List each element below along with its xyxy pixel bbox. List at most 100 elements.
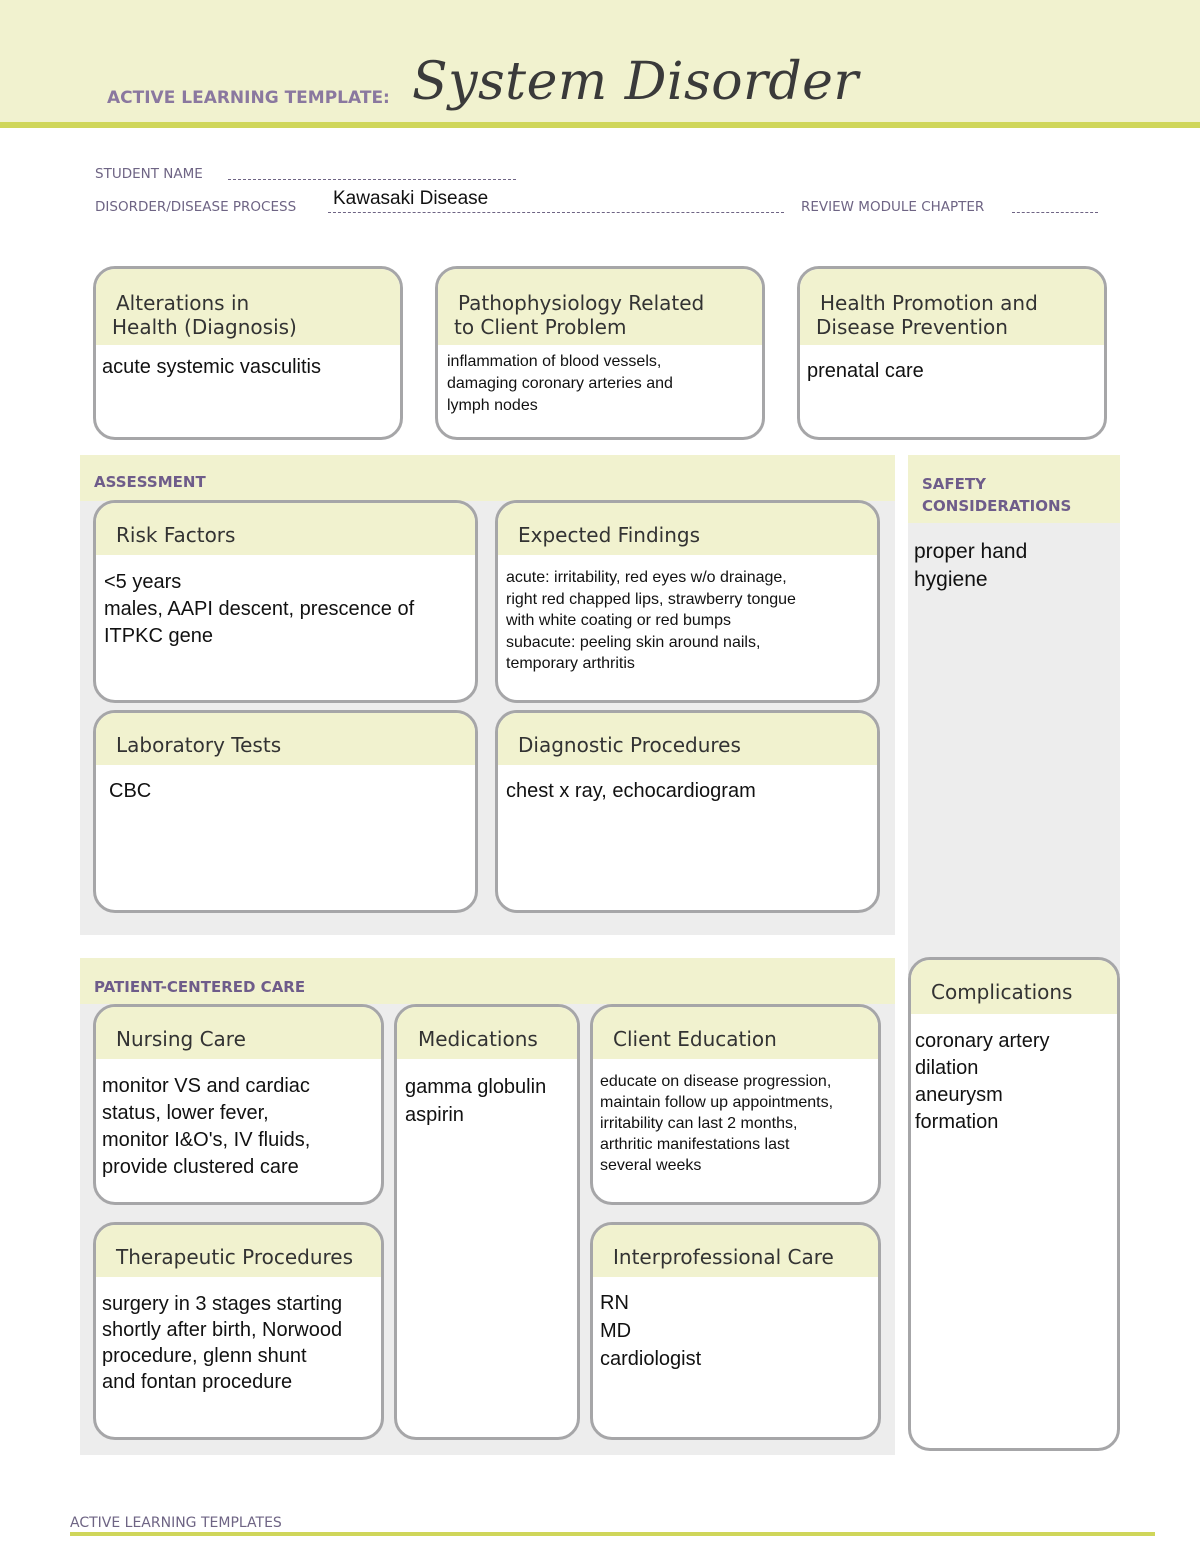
complications-card: Complications coronary artery dilation a… xyxy=(908,957,1120,1451)
student-name-field[interactable] xyxy=(228,178,516,180)
safety-text-line: hygiene xyxy=(914,568,988,591)
card-text-line: right red chapped lips, strawberry tongu… xyxy=(506,590,796,608)
card-title-line2: Health (Diagnosis) xyxy=(112,315,297,339)
card-body[interactable]: prenatal care xyxy=(800,345,1104,383)
pathophysiology-card: Pathophysiology Related to Client Proble… xyxy=(435,266,765,440)
card-text-line: cardiologist xyxy=(600,1348,702,1370)
risk-factors-card: Risk Factors <5 years males, AAPI descen… xyxy=(93,500,478,703)
card-text-line: aspirin xyxy=(405,1104,464,1126)
page-title: System Disorder xyxy=(412,52,859,112)
card-text-line: chest x ray, echocardiogram xyxy=(506,780,756,802)
card-text-line: irritability can last 2 months, xyxy=(600,1115,798,1132)
safety-label-line2: CONSIDERATIONS xyxy=(922,497,1072,515)
medications-card: Medications gamma globulin aspirin xyxy=(394,1004,580,1440)
card-header: Alterations in Health (Diagnosis) xyxy=(96,269,400,345)
diagnostic-procedures-card: Diagnostic Procedures chest x ray, echoc… xyxy=(495,710,880,913)
laboratory-tests-card: Laboratory Tests CBC xyxy=(93,710,478,913)
card-text-line: formation xyxy=(915,1111,999,1133)
card-header: Complications xyxy=(911,960,1117,1014)
card-body[interactable]: educate on disease progression, maintain… xyxy=(593,1059,878,1176)
card-header: Pathophysiology Related to Client Proble… xyxy=(438,269,762,345)
card-text-line: ITPKC gene xyxy=(104,625,213,647)
card-header: Medications xyxy=(397,1007,577,1059)
card-text-line: coronary artery xyxy=(915,1030,1050,1052)
card-title-line1: Pathophysiology Related xyxy=(458,291,705,315)
card-text-line: shortly after birth, Norwood xyxy=(102,1319,343,1341)
card-body[interactable]: acute: irritability, red eyes w/o draina… xyxy=(498,555,877,675)
card-header: Client Education xyxy=(593,1007,878,1059)
card-text-line: and fontan procedure xyxy=(102,1371,293,1393)
health-promotion-card: Health Promotion and Disease Prevention … xyxy=(797,266,1107,440)
card-text-line: CBC xyxy=(109,780,152,802)
review-module-label: REVIEW MODULE CHAPTER xyxy=(801,199,985,215)
safety-text: proper hand hygiene xyxy=(914,538,1027,594)
card-text-line: MD xyxy=(600,1320,632,1342)
disorder-label: DISORDER/DISEASE PROCESS xyxy=(95,199,297,215)
card-body[interactable]: gamma globulin aspirin xyxy=(397,1059,577,1129)
card-body[interactable]: acute systemic vasculitis xyxy=(96,345,400,379)
card-body[interactable]: inflammation of blood vessels, damaging … xyxy=(438,345,762,417)
therapeutic-procedures-card: Therapeutic Procedures surgery in 3 stag… xyxy=(93,1222,384,1440)
card-header: Therapeutic Procedures xyxy=(96,1225,381,1277)
card-header: Risk Factors xyxy=(96,503,475,555)
card-text-line: procedure, glenn shunt xyxy=(102,1345,307,1367)
expected-findings-card: Expected Findings acute: irritability, r… xyxy=(495,500,880,703)
card-body[interactable]: chest x ray, echocardiogram xyxy=(498,765,877,803)
card-text-line: status, lower fever, xyxy=(102,1102,269,1124)
card-text-line: temporary arthritis xyxy=(506,655,635,672)
card-text-line: damaging coronary arteries and xyxy=(447,375,673,392)
card-text-line: provide clustered care xyxy=(102,1156,299,1178)
card-text-line: monitor VS and cardiac xyxy=(102,1075,310,1097)
card-text-line: inflammation of blood vessels, xyxy=(447,353,662,370)
card-text-line: <5 years xyxy=(104,571,182,593)
safety-section-label: SAFETY CONSIDERATIONS xyxy=(908,455,1120,523)
card-header: Expected Findings xyxy=(498,503,877,555)
card-body[interactable]: RN MD cardiologist xyxy=(593,1277,878,1373)
card-text-line: males, AAPI descent, prescence of xyxy=(104,598,415,620)
patient-centered-care-label: PATIENT-CENTERED CARE xyxy=(80,958,895,1004)
card-text-line: prenatal care xyxy=(807,360,924,382)
card-text-line: acute: irritability, red eyes w/o draina… xyxy=(506,569,787,586)
review-module-field[interactable] xyxy=(1012,211,1098,213)
card-body[interactable]: monitor VS and cardiac status, lower fev… xyxy=(96,1059,381,1181)
card-text-line: subacute: peeling skin around nails, xyxy=(506,633,761,651)
nursing-care-card: Nursing Care monitor VS and cardiac stat… xyxy=(93,1004,384,1205)
safety-text-line: proper hand xyxy=(914,540,1028,563)
card-body[interactable]: surgery in 3 stages starting shortly aft… xyxy=(96,1277,381,1395)
card-body[interactable]: CBC xyxy=(96,765,475,803)
card-text-line: dilation xyxy=(915,1057,979,1079)
card-body[interactable]: coronary artery dilation aneurysm format… xyxy=(911,1014,1117,1136)
card-title-line1: Health Promotion and xyxy=(820,291,1038,315)
disorder-field[interactable] xyxy=(328,211,784,213)
card-text-line: surgery in 3 stages starting xyxy=(102,1293,343,1315)
card-text-line: several weeks xyxy=(600,1157,702,1174)
student-name-label: STUDENT NAME xyxy=(95,166,203,182)
card-text-line: aneurysm xyxy=(915,1084,1003,1106)
card-title-line1: Alterations in xyxy=(116,291,250,315)
card-text-line: acute systemic vasculitis xyxy=(102,356,321,378)
header-accent-rule xyxy=(0,122,1200,128)
interprofessional-care-card: Interprofessional Care RN MD cardiologis… xyxy=(590,1222,881,1440)
card-text-line: monitor I&O's, IV fluids, xyxy=(102,1129,311,1151)
card-header: Laboratory Tests xyxy=(96,713,475,765)
card-text-line: gamma globulin xyxy=(405,1076,547,1098)
card-text-line: maintain follow up appointments, xyxy=(600,1094,834,1111)
card-text-line: RN xyxy=(600,1292,629,1314)
disorder-value: Kawasaki Disease xyxy=(333,188,489,209)
safety-label-line1: SAFETY xyxy=(922,475,986,493)
card-header: Nursing Care xyxy=(96,1007,381,1059)
card-header: Health Promotion and Disease Prevention xyxy=(800,269,1104,345)
card-title-line2: Disease Prevention xyxy=(816,315,1008,339)
card-text-line: arthritic manifestations last xyxy=(600,1136,790,1153)
card-title-line2: to Client Problem xyxy=(454,315,627,339)
card-text-line: lymph nodes xyxy=(447,397,538,414)
card-header: Diagnostic Procedures xyxy=(498,713,877,765)
template-label: ACTIVE LEARNING TEMPLATE: xyxy=(107,88,390,108)
safety-considerations-section[interactable] xyxy=(908,455,1120,975)
assessment-section-label: ASSESSMENT xyxy=(80,455,895,501)
alterations-in-health-card: Alterations in Health (Diagnosis) acute … xyxy=(93,266,403,440)
footer-label: ACTIVE LEARNING TEMPLATES xyxy=(70,1515,282,1531)
client-education-card: Client Education educate on disease prog… xyxy=(590,1004,881,1205)
card-body[interactable]: <5 years males, AAPI descent, prescence … xyxy=(96,555,475,650)
card-text-line: educate on disease progression, xyxy=(600,1073,832,1090)
